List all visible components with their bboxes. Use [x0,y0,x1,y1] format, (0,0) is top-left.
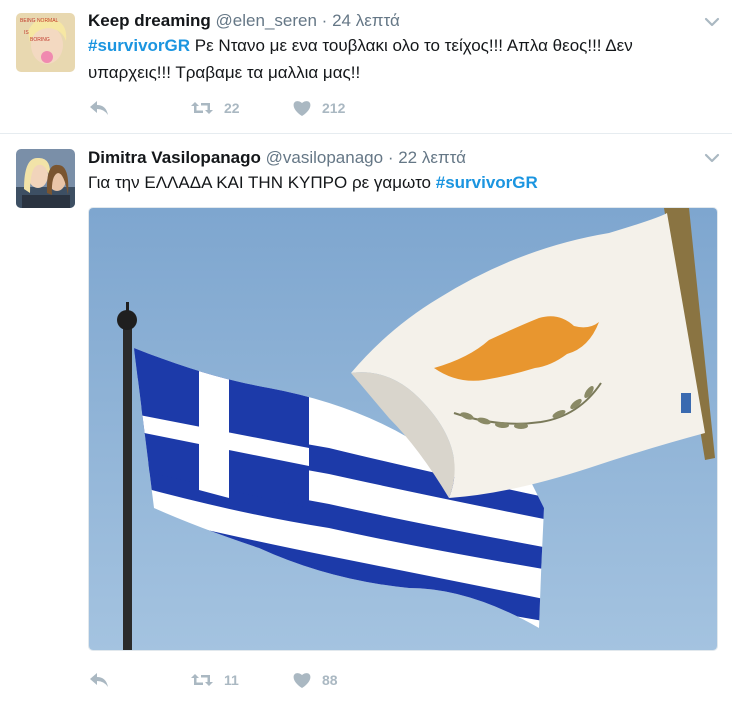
retweet-icon [191,102,213,114]
reply-button[interactable] [88,671,190,689]
tweet-text: #survivorGR Ρε Ντανο με ενα τουβλακι ολο… [88,32,708,86]
hashtag-link[interactable]: #survivorGR [88,36,190,55]
reply-icon [90,673,108,687]
retweet-button[interactable]: 11 [190,671,292,689]
tweet-actions: 11 88 [88,670,338,690]
reply-button[interactable] [88,99,190,117]
chevron-down-icon[interactable] [704,14,720,30]
tweet-actions: 22 212 [88,98,345,118]
tweet[interactable]: Dimitra Vasilopanago @vasilopanago · 22 … [0,133,732,701]
retweet-icon [191,674,213,686]
retweet-count: 11 [224,672,239,688]
retweet-button[interactable]: 22 [190,99,292,117]
avatar-caption-mid: IS [24,30,29,36]
reply-icon [90,101,108,115]
like-count: 88 [322,672,338,688]
tweet-header: Dimitra Vasilopanago @vasilopanago · 22 … [88,148,466,168]
timestamp[interactable]: 24 λεπτά [332,11,400,30]
separator-dot: · [387,148,394,167]
like-count: 212 [322,100,346,116]
tweet-header: Keep dreaming @elen_seren · 24 λεπτά [88,11,400,31]
hashtag-link[interactable]: #survivorGR [436,173,538,192]
user-handle[interactable]: @elen_seren [216,11,317,30]
avatar[interactable]: BEING NORMAL IS BORING [16,13,75,72]
avatar-caption-top: BEING NORMAL [20,18,59,24]
like-icon [293,101,311,116]
tweet-text: Για την ΕΛΛΑΔΑ ΚΑΙ ΤΗΝ ΚΥΠΡΟ ρε γαμωτο #… [88,169,708,196]
tweet[interactable]: BEING NORMAL IS BORING Keep dreaming @el… [0,0,732,133]
avatar[interactable] [16,149,75,208]
chevron-down-icon[interactable] [704,150,720,166]
display-name[interactable]: Keep dreaming [88,11,211,30]
retweet-count: 22 [224,100,240,116]
tweet-text-before: Για την ΕΛΛΑΔΑ ΚΑΙ ΤΗΝ ΚΥΠΡΟ ρε γαμωτο [88,173,436,192]
flags-photo [89,208,717,650]
like-button[interactable]: 212 [292,99,345,117]
avatar-caption-bottom: BORING [30,37,50,43]
like-icon [293,673,311,688]
tweet-photo[interactable] [88,207,718,651]
display-name[interactable]: Dimitra Vasilopanago [88,148,261,167]
like-button[interactable]: 88 [292,671,338,689]
separator-dot: · [321,11,328,30]
user-handle[interactable]: @vasilopanago [266,148,383,167]
timestamp[interactable]: 22 λεπτά [398,148,466,167]
